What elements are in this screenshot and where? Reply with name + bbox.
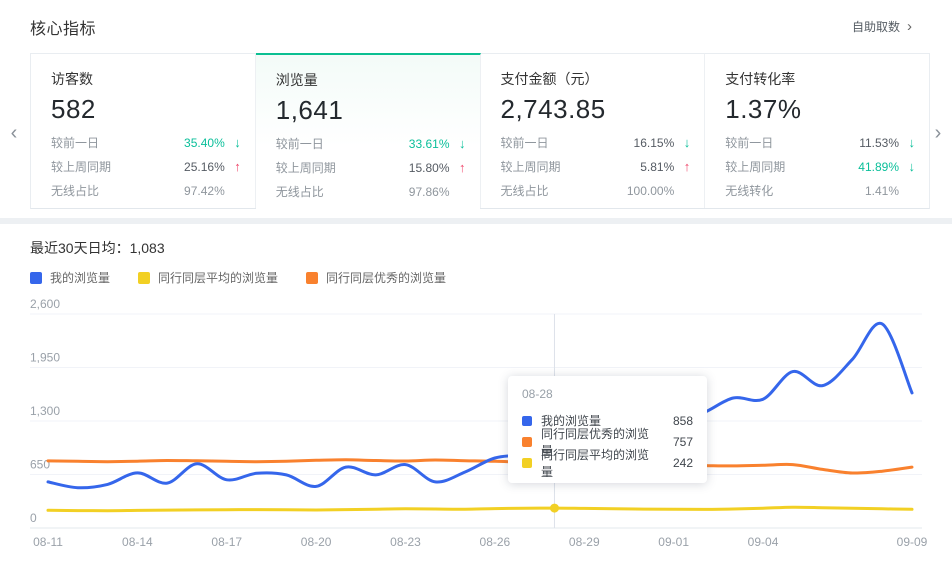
metric-row: 较前一日11.53%↓ xyxy=(725,131,915,155)
metric-value: 33.61% xyxy=(409,132,450,156)
metric-row: 较上周同期25.16%↑ xyxy=(51,155,241,179)
metric-value: 41.89% xyxy=(858,155,899,179)
metric-label: 较前一日 xyxy=(501,131,634,155)
page-title: 核心指标 xyxy=(30,15,96,39)
metric-card-pageviews[interactable]: 浏览量 1,641 较前一日33.61%↓ 较上周同期15.80%↑ 无线占比9… xyxy=(256,53,481,208)
card-value: 1.37% xyxy=(725,94,915,125)
tooltip-date: 08-28 xyxy=(522,387,693,401)
tooltip-swatch-orange xyxy=(522,437,532,447)
panel-header: 核心指标 自助取数 › xyxy=(0,0,952,53)
tooltip-label: 同行同层平均的浏览量 xyxy=(541,446,659,480)
svg-text:08-11: 08-11 xyxy=(33,535,63,549)
metric-label: 无线占比 xyxy=(501,179,627,203)
trend-chart-panel: 最近30天日均：1,083 我的浏览量 同行同层平均的浏览量 同行同层优秀的浏览… xyxy=(0,224,952,566)
metric-row: 较上周同期15.80%↑ xyxy=(276,156,466,180)
tooltip-swatch-yellow xyxy=(522,458,532,468)
metric-value: 11.53% xyxy=(859,131,899,155)
metric-value: 97.42% xyxy=(184,179,225,203)
metric-row: 无线占比100.00% xyxy=(501,179,691,203)
metric-row: 无线占比97.86% xyxy=(276,180,466,204)
svg-text:09-09: 09-09 xyxy=(897,535,928,549)
metric-value: 97.86% xyxy=(409,180,450,204)
svg-text:1,300: 1,300 xyxy=(30,404,60,418)
trend-arrow-icon: ↓ xyxy=(674,131,690,155)
trend-arrow-icon: ↑ xyxy=(450,156,466,180)
trend-arrow-icon: ↑ xyxy=(225,155,241,179)
metric-value: 1.41% xyxy=(865,179,899,203)
metric-card-visitors[interactable]: 访客数 582 较前一日35.40%↓ 较上周同期25.16%↑ 无线占比97.… xyxy=(31,53,256,208)
svg-text:0: 0 xyxy=(30,511,37,525)
svg-text:08-29: 08-29 xyxy=(569,535,600,549)
card-value: 582 xyxy=(51,94,241,125)
metric-card-conversion-rate[interactable]: 支付转化率 1.37% 较前一日11.53%↓ 较上周同期41.89%↓ 无线转… xyxy=(705,53,929,208)
self-service-label: 自助取数 xyxy=(852,18,900,35)
metric-value: 25.16% xyxy=(184,155,225,179)
tooltip-swatch-blue xyxy=(522,416,532,426)
svg-text:08-17: 08-17 xyxy=(211,535,242,549)
metric-card-payment-amount[interactable]: 支付金额（元） 2,743.85 较前一日16.15%↓ 较上周同期5.81%↑… xyxy=(481,53,706,208)
trend-arrow-icon: ↓ xyxy=(899,131,915,155)
metric-label: 较上周同期 xyxy=(276,156,409,180)
metric-label: 较上周同期 xyxy=(501,155,641,179)
metric-row: 较前一日16.15%↓ xyxy=(501,131,691,155)
metric-row: 较上周同期41.89%↓ xyxy=(725,155,915,179)
metric-row: 无线转化1.41% xyxy=(725,179,915,203)
svg-text:08-26: 08-26 xyxy=(480,535,511,549)
svg-text:2,600: 2,600 xyxy=(30,297,60,311)
tooltip-value: 858 xyxy=(673,414,693,428)
core-metrics-panel: 核心指标 自助取数 › 访客数 582 较前一日35.40%↓ 较上周同期25.… xyxy=(0,0,952,218)
card-title: 浏览量 xyxy=(276,70,466,90)
metric-row: 无线占比97.42% xyxy=(51,179,241,203)
metric-label: 较前一日 xyxy=(51,131,184,155)
metric-label: 较上周同期 xyxy=(51,155,184,179)
metric-row: 较前一日33.61%↓ xyxy=(276,132,466,156)
trend-arrow-icon: ↓ xyxy=(899,155,915,179)
metric-value: 100.00% xyxy=(627,179,674,203)
metric-label: 无线占比 xyxy=(276,180,409,204)
metric-label: 较上周同期 xyxy=(725,155,858,179)
svg-text:09-04: 09-04 xyxy=(748,535,779,549)
card-value: 2,743.85 xyxy=(501,94,691,125)
chevron-right-icon: › xyxy=(907,19,912,34)
metric-row: 较上周同期5.81%↑ xyxy=(501,155,691,179)
trend-line-chart[interactable]: 06501,3001,9502,60008-1108-1408-1708-200… xyxy=(0,224,952,566)
card-value: 1,641 xyxy=(276,95,466,126)
cards-prev-button[interactable]: ‹ xyxy=(4,122,24,145)
metric-value: 5.81% xyxy=(640,155,674,179)
self-service-link[interactable]: 自助取数 › xyxy=(852,18,912,35)
metric-label: 无线转化 xyxy=(725,179,865,203)
metric-value: 16.15% xyxy=(634,131,675,155)
card-title: 支付金额（元） xyxy=(501,69,691,89)
card-title: 支付转化率 xyxy=(725,69,915,89)
svg-text:08-23: 08-23 xyxy=(390,535,421,549)
tooltip-row: 同行同层平均的浏览量 242 xyxy=(522,452,693,473)
trend-arrow-icon: ↓ xyxy=(450,132,466,156)
tooltip-value: 757 xyxy=(673,435,693,449)
metric-cards-row: 访客数 582 较前一日35.40%↓ 较上周同期25.16%↑ 无线占比97.… xyxy=(30,53,930,209)
metric-value: 15.80% xyxy=(409,156,450,180)
tooltip-value: 242 xyxy=(673,456,693,470)
chart-tooltip: 08-28 我的浏览量 858 同行同层优秀的浏览量 757 同行同层平均的浏览… xyxy=(508,376,707,483)
trend-arrow-icon: ↓ xyxy=(225,131,241,155)
trend-arrow-icon: ↑ xyxy=(674,155,690,179)
metric-value: 35.40% xyxy=(184,131,225,155)
card-title: 访客数 xyxy=(51,69,241,89)
cards-next-button[interactable]: › xyxy=(928,122,948,145)
metric-label: 较前一日 xyxy=(276,132,409,156)
metric-row: 较前一日35.40%↓ xyxy=(51,131,241,155)
svg-text:09-01: 09-01 xyxy=(658,535,689,549)
svg-text:08-20: 08-20 xyxy=(301,535,332,549)
metric-label: 较前一日 xyxy=(725,131,859,155)
svg-text:08-14: 08-14 xyxy=(122,535,153,549)
metric-label: 无线占比 xyxy=(51,179,184,203)
svg-text:1,950: 1,950 xyxy=(30,351,60,365)
